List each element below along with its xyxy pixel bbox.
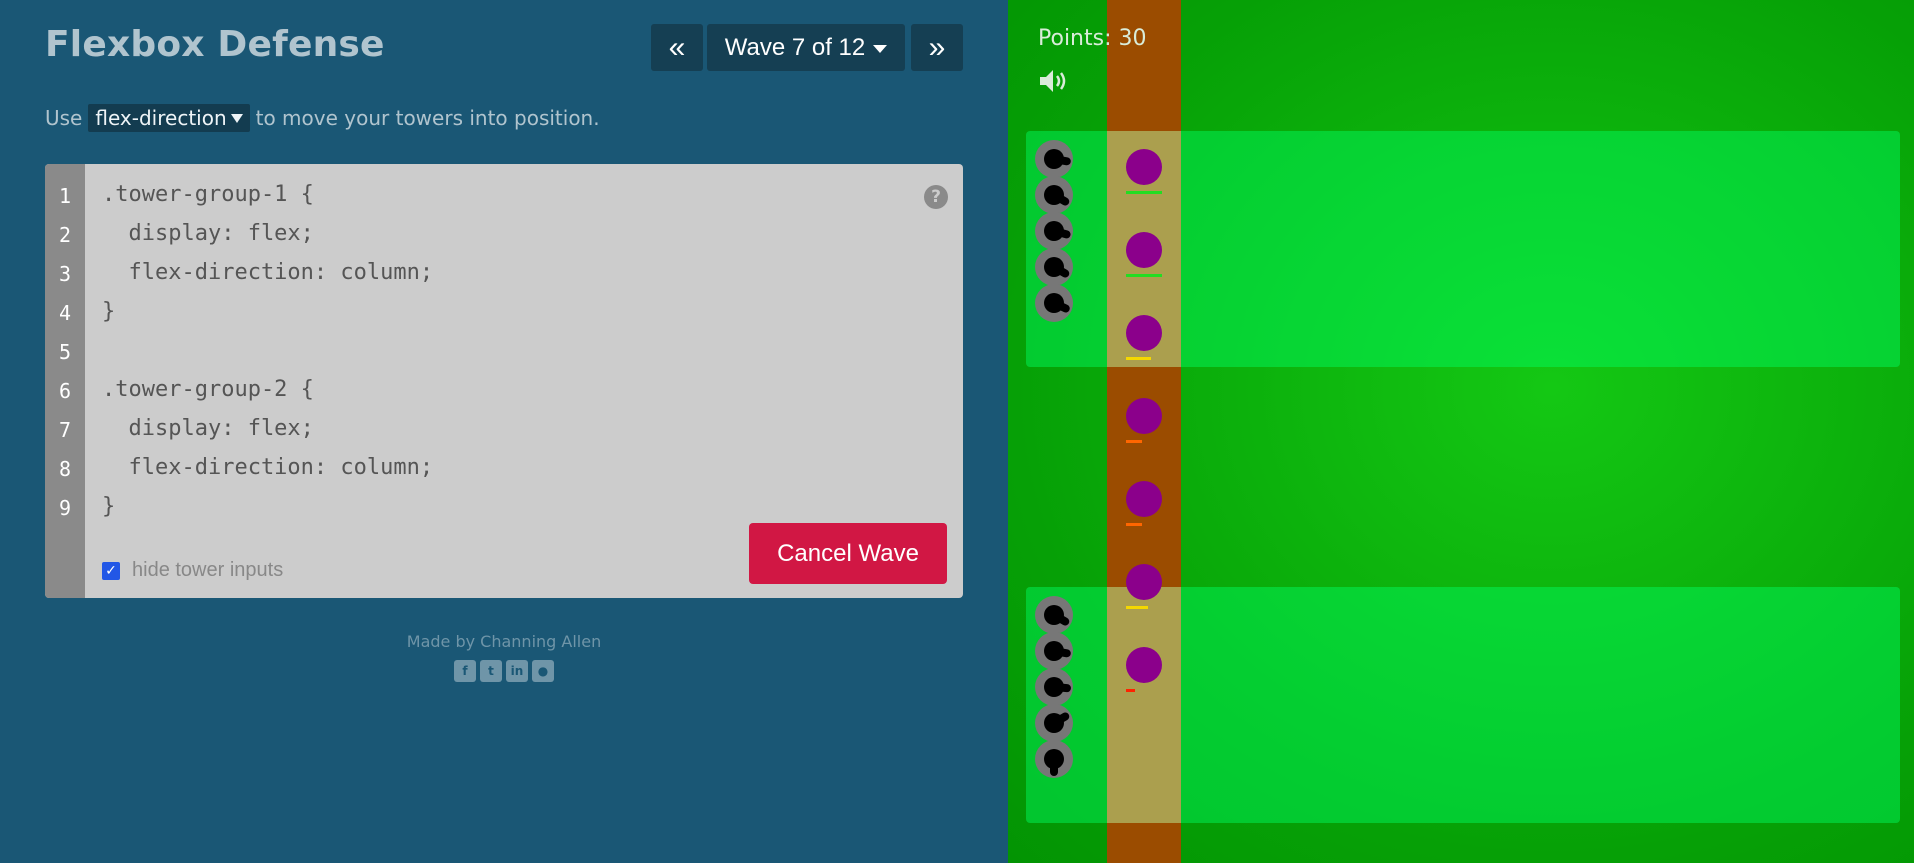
chevron-down-icon [873,44,888,53]
tower [1035,668,1073,706]
tower [1035,212,1073,250]
caret-down-icon [230,113,243,123]
enemy [1126,398,1162,434]
cancel-wave-button[interactable]: Cancel Wave [749,523,947,584]
code-editor[interactable]: 1 2 3 4 5 6 7 8 9 .tower-group-1 { display: flex… [45,164,963,598]
line-number: 9 [58,496,72,520]
enemy-health-bar [1126,523,1142,526]
tower [1035,704,1073,742]
tower [1035,248,1073,286]
points-counter: Points: 30 [1038,26,1147,51]
credit-text: Made by Channing Allen [406,632,602,651]
hide-tower-inputs-checkbox[interactable]: ✓ [102,562,120,580]
line-number: 8 [58,457,72,481]
enemy-health-bar [1126,689,1135,692]
wave-selector-label: Wave 7 of 12 [724,33,866,61]
enemy [1126,232,1162,268]
page-title: Flexbox Defense [45,24,385,65]
code-line[interactable]: flex-direction: column; [102,260,433,285]
line-number: 4 [58,301,72,325]
code-line[interactable]: display: flex; [102,416,313,441]
tower [1035,140,1073,178]
line-number: 3 [58,262,72,286]
instructions-prefix: Use [45,106,83,130]
tower [1035,740,1073,778]
social-links: f t in ● [454,660,554,682]
tower-zone-2-path-overlap [1107,587,1181,823]
next-wave-button[interactable]: » [911,24,963,71]
tower [1035,176,1073,214]
wave-selector-dropdown[interactable]: Wave 7 of 12 [707,24,905,71]
code-line[interactable]: display: flex; [102,221,313,246]
hide-tower-inputs-label[interactable]: hide tower inputs [132,559,283,582]
line-number: 2 [58,223,72,247]
code-line[interactable]: .tower-group-2 { [102,377,314,402]
speaker-icon[interactable] [1038,68,1070,94]
enemy [1126,149,1162,185]
line-number: 1 [58,184,72,208]
property-dropdown[interactable]: flex-direction [88,104,250,132]
previous-wave-button[interactable]: « [651,24,703,71]
enemy-health-bar [1126,191,1162,194]
enemy-health-bar [1126,440,1142,443]
code-line[interactable]: .tower-group-1 { [102,182,314,207]
instructions: Use flex-direction to move your towers i… [45,104,600,132]
enemy [1126,315,1162,351]
enemy [1126,564,1162,600]
enemy-health-bar [1126,274,1162,277]
code-line[interactable]: } [102,299,115,324]
line-number: 7 [58,418,72,442]
enemy [1126,647,1162,683]
linkedin-icon[interactable]: in [506,660,528,682]
instructions-suffix: to move your towers into position. [255,106,600,130]
github-icon[interactable]: ● [532,660,554,682]
enemy-health-bar [1126,606,1148,609]
line-number: 5 [58,340,72,364]
code-line[interactable]: } [102,494,115,519]
line-number: 6 [58,379,72,403]
tower [1035,596,1073,634]
twitter-icon[interactable]: t [480,660,502,682]
facebook-icon[interactable]: f [454,660,476,682]
tower [1035,632,1073,670]
enemy-health-bar [1126,357,1151,360]
tower [1035,284,1073,322]
property-label: flex-direction [95,106,227,130]
code-line[interactable]: flex-direction: column; [102,455,433,480]
help-icon[interactable]: ? [924,185,948,209]
game-board: Points: 30 [1008,0,1914,863]
enemy [1126,481,1162,517]
editor-panel: Flexbox Defense « Wave 7 of 12 » Use fle… [0,0,1008,863]
